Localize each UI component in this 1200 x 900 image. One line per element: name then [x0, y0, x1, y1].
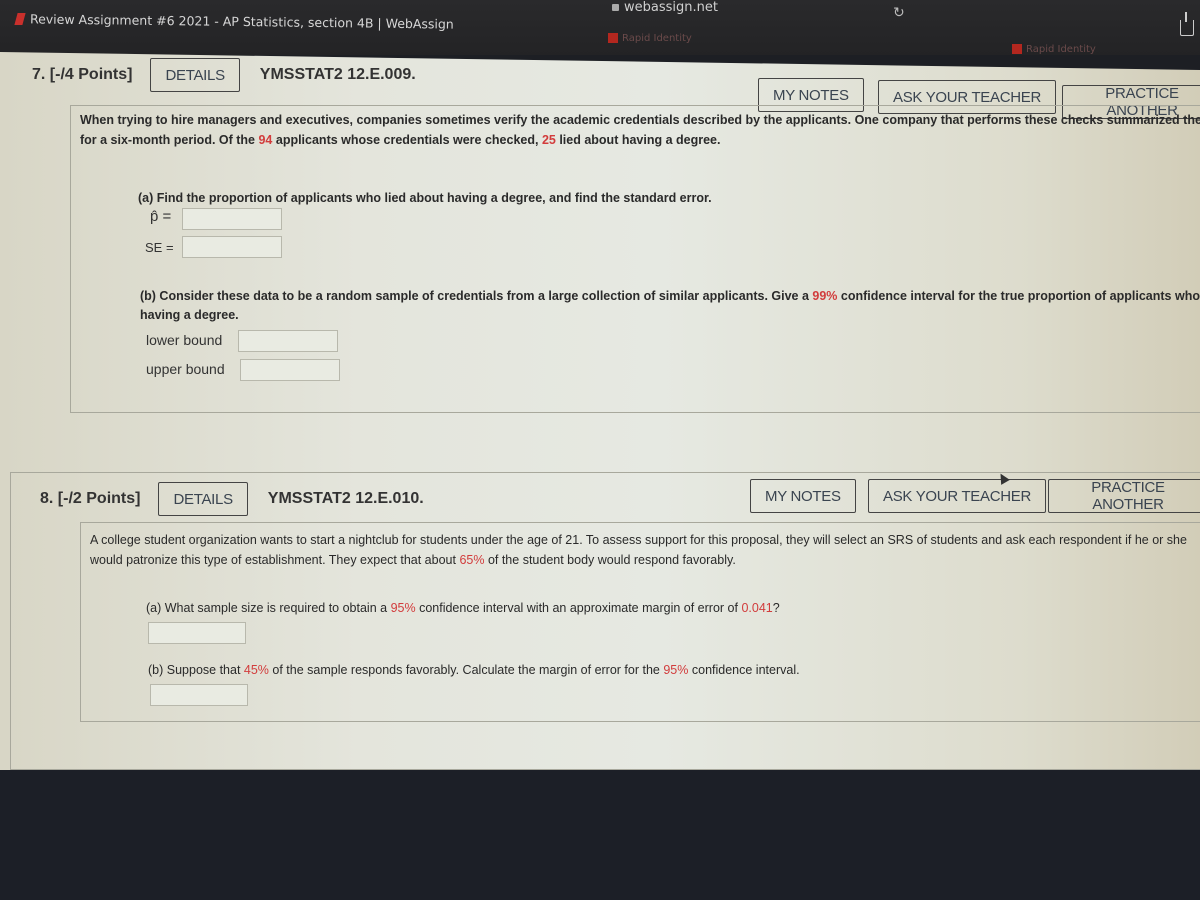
question-7-header: 7. [-/4 Points] DETAILS YMSSTAT2 12.E.00…: [32, 58, 416, 92]
expected-percent-value: 65%: [459, 553, 485, 567]
rapid-identity-icon: [608, 33, 618, 43]
confidence-level-95-b: 95%: [663, 663, 689, 677]
confidence-level-99: 99%: [812, 289, 838, 303]
bookmark-rapid-identity[interactable]: Rapid Identity: [608, 33, 692, 44]
phat-label: p̂ =: [150, 208, 172, 225]
share-icon[interactable]: [1180, 12, 1194, 36]
confidence-level-95: 95%: [390, 601, 416, 615]
margin-of-error-input[interactable]: [150, 684, 248, 706]
question-8-ask-teacher-button[interactable]: ASK YOUR TEACHER: [868, 479, 1047, 513]
question-7-intro-line1: When trying to hire managers and executi…: [80, 113, 1200, 127]
lower-bound-label: lower bound: [146, 332, 223, 348]
webassign-favicon-icon: [14, 13, 26, 25]
lied-applicants-value: 25: [541, 133, 556, 147]
question-7-part-b-prompt: (b) Consider these data to be a random s…: [140, 289, 1200, 303]
question-8-intro-line1: A college student organization wants to …: [90, 533, 1187, 547]
question-8-part-a-prompt: (a) What sample size is required to obta…: [146, 601, 780, 615]
lower-bound-input[interactable]: [238, 330, 338, 352]
question-7-intro-line2: for a six-month period. Of the 94 applic…: [80, 133, 721, 147]
sample-percent-value: 45%: [243, 663, 269, 677]
upper-bound-input[interactable]: [240, 359, 340, 381]
bookmark-rapid-identity-2[interactable]: Rapid Identity: [1012, 44, 1096, 55]
reload-icon[interactable]: ↻: [893, 4, 905, 21]
question-7-code: YMSSTAT2 12.E.009.: [259, 66, 416, 83]
question-8-part-b-prompt: (b) Suppose that 45% of the sample respo…: [148, 663, 800, 677]
se-input[interactable]: [182, 236, 282, 258]
screen-bezel: [0, 770, 1200, 900]
question-7-details-button[interactable]: DETAILS: [150, 58, 240, 92]
address-bar[interactable]: webassign.net: [612, 0, 718, 15]
question-8-code: YMSSTAT2 12.E.010.: [267, 490, 424, 507]
se-label: SE =: [145, 240, 174, 255]
question-8-details-button[interactable]: DETAILS: [158, 482, 248, 516]
url-text: webassign.net: [624, 0, 718, 15]
upper-bound-label: upper bound: [146, 361, 225, 377]
margin-of-error-value: 0.041: [741, 601, 773, 615]
phat-input[interactable]: [182, 208, 282, 230]
rapid-identity-icon: [1012, 44, 1022, 54]
question-8-my-notes-button[interactable]: MY NOTES: [750, 479, 856, 513]
total-applicants-value: 94: [258, 133, 273, 147]
question-8-practice-another-button[interactable]: PRACTICE ANOTHER: [1048, 479, 1200, 513]
question-7-number: 7. [-/4 Points]: [32, 66, 133, 83]
question-8-intro-line2: would patronize this type of establishme…: [90, 553, 736, 567]
question-8-number: 8. [-/2 Points]: [40, 490, 141, 507]
browser-tab-title[interactable]: Review Assignment #6 2021 - AP Statistic…: [30, 11, 454, 31]
browser-toolbar: Review Assignment #6 2021 - AP Statistic…: [0, 0, 1200, 55]
question-8-header: 8. [-/2 Points] DETAILS YMSSTAT2 12.E.01…: [40, 482, 424, 516]
question-7-part-a-prompt: (a) Find the proportion of applicants wh…: [138, 191, 712, 205]
lock-icon: [612, 4, 619, 11]
sample-size-input[interactable]: [148, 622, 246, 644]
question-7-part-b-prompt-line2: having a degree.: [140, 308, 239, 322]
